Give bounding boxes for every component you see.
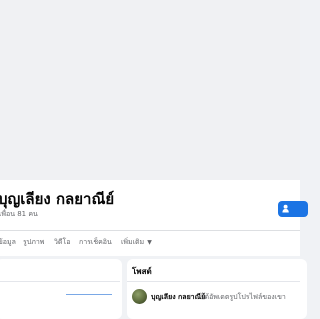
avatar[interactable] xyxy=(132,289,147,304)
tab-label: การเช็คอิน xyxy=(79,238,112,246)
add-friend-button[interactable] xyxy=(278,201,308,217)
tab-label: วิดีโอ xyxy=(54,238,71,246)
cover-photo[interactable] xyxy=(0,0,300,180)
profile-name[interactable]: บุญเลียง กลยาณีย์ xyxy=(0,187,114,211)
posts-title: โพสต์ xyxy=(132,267,152,276)
posts-card xyxy=(127,259,307,319)
intro-divider xyxy=(0,281,120,282)
tab-label: เพิ่มเติม xyxy=(121,238,145,246)
tab-videos[interactable]: วิดีโอ xyxy=(54,237,70,248)
tab-photos[interactable]: รูปภาพ xyxy=(23,237,44,248)
tab-about[interactable]: ข้อมูล xyxy=(0,237,16,248)
intro-link[interactable] xyxy=(66,294,112,295)
header-divider xyxy=(0,230,300,231)
tab-label: รูปภาพ xyxy=(23,238,45,246)
tab-more[interactable]: เพิ่มเติม ▼ xyxy=(121,237,152,248)
posts-divider xyxy=(127,281,300,282)
post-author-name[interactable]: บุญเลียง กลยาณีย์ xyxy=(151,292,205,303)
tab-checkins[interactable]: การเช็คอิน xyxy=(79,237,112,248)
tab-label: ข้อมูล xyxy=(0,238,16,246)
friends-count[interactable]: เพื่อน 81 คน xyxy=(0,209,38,220)
intro-card xyxy=(0,259,122,319)
post-action-text: ได้อัพเดตรูปโปรไฟล์ของเขา xyxy=(201,293,286,301)
caret-down-icon: ▼ xyxy=(147,239,152,246)
person-add-icon xyxy=(282,204,289,213)
